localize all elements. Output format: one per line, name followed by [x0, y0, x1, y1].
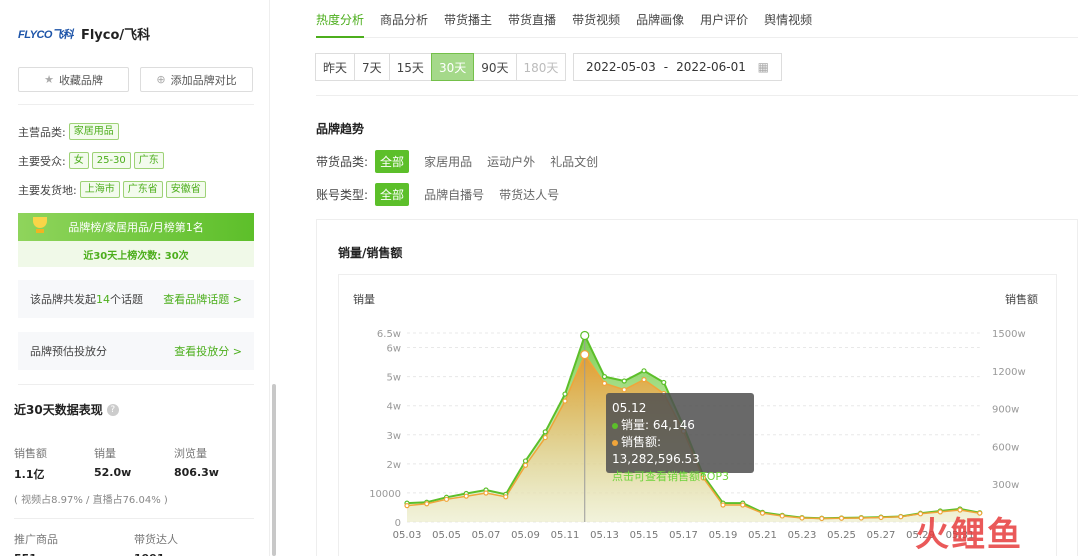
data-point-revenue [463, 493, 469, 499]
data-point-revenue [404, 503, 410, 509]
x-tick-label: 05.23 [788, 530, 817, 541]
x-tick-label: 05.15 [630, 530, 659, 541]
data-point-revenue [522, 462, 529, 468]
tooltip-revenue-row: 销售额: 13,282,596.53 [612, 435, 700, 466]
data-point-revenue [621, 387, 627, 393]
x-tick-label: 05.13 [590, 530, 619, 541]
data-point-revenue [580, 350, 590, 360]
x-tick-label: 05.21 [748, 530, 777, 541]
x-tick-label: 05.17 [669, 530, 698, 541]
data-point-revenue [503, 494, 509, 500]
y-left-tick-label: 5w [386, 373, 401, 384]
data-point-revenue [819, 515, 825, 522]
data-point-revenue [878, 514, 884, 521]
data-point-revenue [641, 377, 647, 383]
y-right-tick-label: 300w [992, 480, 1019, 491]
y-right-tick-label: 600w [992, 442, 1019, 453]
range-button[interactable]: 30天 [430, 53, 475, 81]
data-point-sales [641, 368, 647, 374]
y-left-tick-label: 4w [386, 402, 401, 413]
y-left-tick-label: 3w [386, 431, 401, 442]
x-tick-label: 05.25 [827, 530, 856, 541]
data-point-revenue [542, 434, 548, 441]
chart-tooltip: 05.12 销量: 64,146 销售额: 13,282,596.53 点击可查… [606, 393, 754, 483]
y-left-tick-label: 2w [386, 460, 401, 471]
data-point-sales [601, 374, 608, 380]
data-point-revenue [424, 501, 430, 507]
data-point-sales [542, 429, 548, 435]
data-point-revenue [799, 515, 805, 521]
y-left-tick-label: 10000 [369, 489, 401, 500]
y-right-tick-label: 1500w [992, 329, 1026, 340]
watermark-logo: 火鲤鱼 [915, 515, 1023, 555]
x-tick-label: 05.27 [867, 530, 896, 541]
data-point-sales [621, 378, 627, 384]
y-left-tick-label: 0 [395, 518, 401, 529]
data-point-revenue [740, 502, 746, 508]
y-left-tick-label: 6w [386, 344, 401, 355]
sales-revenue-chart[interactable]: 0 10000 2w 3w 4w 5w 6w 6.5w 300w 600w 900w 1200w 150… [0, 0, 1080, 556]
data-point-revenue [720, 502, 726, 508]
x-tick-label: 05.09 [511, 530, 540, 541]
y-right-tick-label: 900w [992, 405, 1019, 416]
data-point-revenue [779, 513, 785, 519]
tooltip-top3-link[interactable]: 点击可查看销售额TOP3 [612, 468, 748, 485]
y-right-tick-label: 1200w [992, 367, 1026, 378]
data-point-revenue [858, 515, 864, 521]
data-point-revenue [483, 490, 489, 496]
y-left-tick-label: 6.5w [377, 329, 401, 340]
data-point-revenue [898, 514, 904, 520]
data-point-revenue [838, 515, 845, 521]
x-tick-label: 05.11 [551, 530, 580, 541]
data-point-revenue [759, 510, 766, 516]
data-point-revenue [562, 398, 568, 404]
x-tick-label: 05.07 [472, 530, 501, 541]
data-point-revenue [601, 380, 608, 386]
data-point-sales [661, 379, 667, 386]
tooltip-date: 05.12 [612, 401, 647, 415]
data-point-sales [522, 458, 529, 464]
x-tick-label: 05.03 [393, 530, 422, 541]
data-point-revenue [443, 496, 450, 502]
x-tick-label: 05.19 [709, 530, 738, 541]
x-tick-label: 05.05 [432, 530, 461, 541]
data-point-sales [562, 391, 568, 397]
data-point-sales [580, 330, 590, 341]
tooltip-sales-row: 销量: 64,146 [612, 417, 748, 434]
